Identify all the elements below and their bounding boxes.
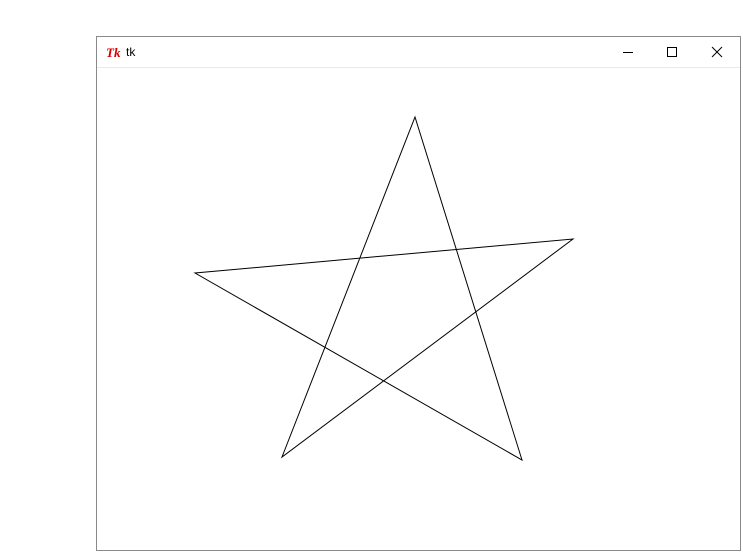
tk-window: Tk tk [96,36,741,551]
title-bar[interactable]: Tk tk [97,37,740,68]
minimize-button[interactable] [605,37,651,67]
desktop: Tk tk [0,0,743,553]
minimize-icon [623,52,633,53]
drawing-canvas[interactable] [97,68,740,550]
maximize-button[interactable] [649,37,695,67]
star-shape [193,115,575,462]
star-drawing [193,115,575,462]
svg-text:Tk: Tk [106,45,121,59]
close-icon [711,46,723,58]
close-button[interactable] [694,37,740,67]
tk-feather-icon: Tk [106,45,122,60]
window-title: tk [126,45,136,59]
maximize-icon [667,47,677,57]
